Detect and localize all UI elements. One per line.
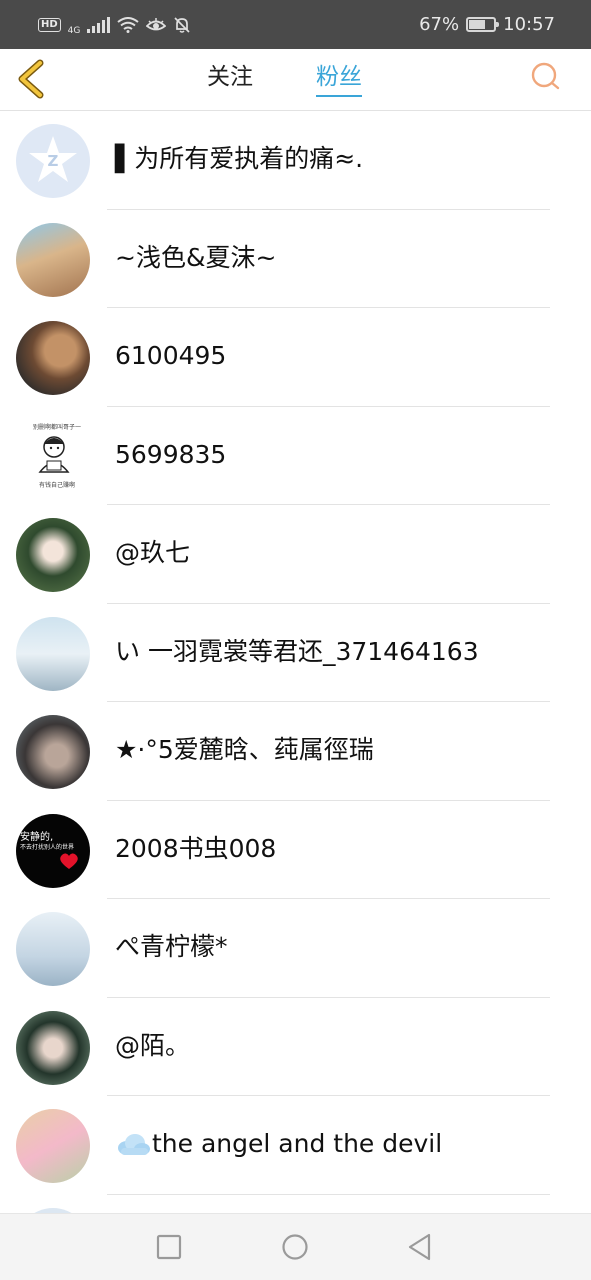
fan-name: 2008书虫008 (115, 833, 277, 863)
fan-name: 6100495 (115, 341, 227, 370)
recent-apps-icon[interactable] (154, 1232, 184, 1262)
home-icon[interactable] (280, 1232, 310, 1262)
fan-name: @玖七 (115, 538, 191, 567)
status-left: HD 4G (38, 13, 191, 36)
fan-name: ★·°5爱麓晗、莼属徑瑞 (115, 735, 374, 764)
fan-name: the angel and the devil (152, 1129, 443, 1158)
fan-name: ▌为所有爱执着的痛≈. (115, 144, 364, 173)
fan-item[interactable]: Z ▌为所有爱执着的痛≈. (0, 111, 591, 210)
back-triangle-icon[interactable] (405, 1232, 435, 1262)
fan-item[interactable]: い 一羽霓裳等君还_371464163 (0, 604, 591, 702)
fan-item[interactable]: the angel and the devil (0, 1096, 591, 1195)
wifi-icon (117, 16, 139, 33)
signal-icon (87, 16, 111, 33)
status-right: 67% 10:57 (419, 14, 555, 35)
top-nav: 关注 粉丝 (0, 49, 591, 111)
eye-comfort-icon (146, 17, 167, 30)
fan-name: @陌。 (115, 1030, 191, 1060)
user-avatar (16, 616, 90, 691)
clock: 10:57 (503, 14, 555, 35)
fan-item[interactable]: @陌。 (0, 998, 591, 1096)
fan-item[interactable]: ~浅色&夏沫~ (0, 210, 591, 308)
fan-item[interactable] (0, 1195, 591, 1213)
fan-name-wrap: the angel and the devil (115, 1126, 442, 1162)
fan-item[interactable]: 6100495 (0, 308, 591, 407)
fan-item[interactable]: ★·°5爱麓晗、莼属徑瑞 (0, 702, 591, 801)
hd-badge: HD (38, 17, 61, 32)
user-avatar: 别删啊都叫哥子一 有钱自己赚啊 (16, 419, 90, 494)
battery-percent: 67% (419, 14, 460, 35)
user-avatar (16, 715, 90, 789)
fan-name: ~浅色&夏沫~ (115, 242, 277, 272)
fan-item[interactable]: 安静的, 不去打扰别人的世界 2008书虫008 (0, 801, 591, 899)
tab-following[interactable]: 关注 (207, 61, 253, 97)
tab-fans[interactable]: 粉丝 (316, 61, 362, 97)
network-type: 4G (67, 26, 81, 36)
fan-item[interactable]: 别删啊都叫哥子一 有钱自己赚啊 5699835 (0, 407, 591, 505)
user-avatar (16, 912, 90, 986)
user-avatar: 安静的, 不去打扰别人的世界 (16, 813, 90, 888)
fan-name: 5699835 (115, 439, 227, 469)
svg-text:Z: Z (48, 152, 59, 170)
default-avatar-icon: Z (16, 124, 90, 198)
search-icon[interactable] (530, 61, 562, 93)
user-avatar (16, 1010, 90, 1085)
fan-item[interactable]: @玖七 (0, 505, 591, 604)
fan-item[interactable]: ぺ青柠檬* (0, 899, 591, 998)
avatar-caption: 有钱自己赚啊 (38, 481, 75, 489)
system-nav-bar (0, 1213, 591, 1280)
user-avatar (16, 321, 90, 395)
battery-icon (466, 17, 500, 32)
cloud-icon (118, 1134, 150, 1155)
fan-list: Z ▌为所有爱执着的痛≈. ~浅色&夏沫~ 6100495 别删啊都叫哥子一 有… (0, 111, 591, 1213)
chevron-left-icon[interactable] (14, 59, 50, 99)
fan-name: ぺ青柠檬* (115, 932, 228, 961)
mute-bell-icon (174, 16, 190, 33)
user-avatar (16, 222, 90, 297)
user-avatar (16, 518, 90, 592)
fan-name: い 一羽霓裳等君还_371464163 (115, 636, 479, 666)
status-bar: HD 4G 67% 10:57 (0, 0, 591, 49)
user-avatar (16, 1109, 90, 1183)
